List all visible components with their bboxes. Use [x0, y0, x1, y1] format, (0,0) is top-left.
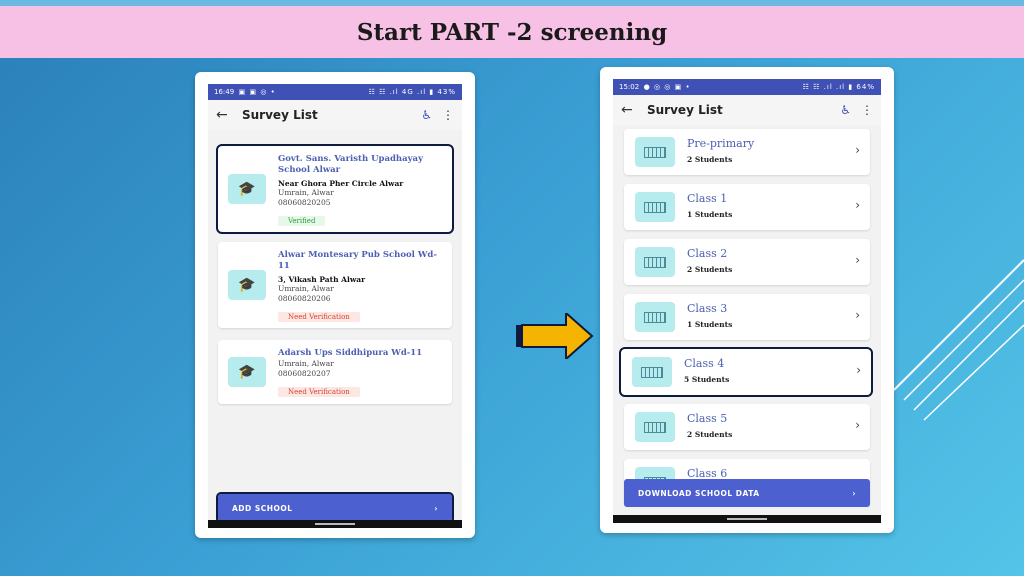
decorative-lines	[893, 259, 1024, 421]
add-school-button[interactable]: ADD SCHOOL ›	[216, 492, 454, 524]
class-name: Class 4	[684, 357, 725, 370]
school-cap-icon: 🎓	[228, 270, 266, 300]
classroom-icon	[635, 302, 675, 332]
student-count: 2 Students	[687, 265, 733, 274]
school-code: 08060820206	[278, 294, 331, 303]
student-count: 2 Students	[687, 155, 733, 164]
chevron-right-icon: ›	[856, 363, 861, 377]
system-nav-bar	[208, 520, 462, 528]
school-name: Govt. Sans. Varisth Upadhayay School Alw…	[278, 154, 424, 175]
school-code: 08060820207	[278, 369, 331, 378]
slide-title-bar: Start PART -2 screening	[0, 6, 1024, 58]
status-bar: 16:49 ▣ ▣ ◎ • ☷ ☷ .ıl 4G .ıl ▮ 43%	[208, 84, 462, 100]
status-time: 16:49	[214, 88, 235, 96]
class-item-3[interactable]: Class 3 1 Students ›	[624, 294, 870, 340]
classroom-icon	[635, 247, 675, 277]
yellow-arrow-icon	[516, 313, 594, 359]
classroom-icon	[635, 412, 675, 442]
classroom-icon	[635, 192, 675, 222]
class-item-5[interactable]: Class 5 2 Students ›	[624, 404, 870, 450]
chevron-right-icon: ›	[855, 143, 860, 157]
status-right: ☷ ☷ .ıl 4G .ıl ▮ 43%	[368, 88, 456, 96]
chevron-right-icon: ›	[855, 418, 860, 432]
app-bar: ← Survey List ♿ ⋮	[208, 100, 462, 130]
class-name: Class 3	[687, 302, 728, 315]
classroom-icon	[632, 357, 672, 387]
class-name: Pre-primary	[687, 137, 755, 150]
chevron-right-icon: ›	[855, 253, 860, 267]
add-school-label: ADD SCHOOL	[232, 503, 293, 513]
status-badge: Verified	[278, 216, 326, 226]
class-name: Class 2	[687, 247, 728, 260]
student-count: 1 Students	[687, 320, 733, 329]
school-location: Umrain, Alwar	[278, 188, 334, 197]
notification-icons: ▣ ▣ ◎ •	[238, 88, 276, 96]
notification-icons: ● ◎ ◎ ▣ •	[643, 83, 691, 91]
status-badge: Need Verification	[278, 387, 360, 397]
school-name: Adarsh Ups Siddhipura Wd-11	[278, 348, 423, 358]
more-options-icon[interactable]: ⋮	[861, 103, 873, 117]
app-bar: ← Survey List ♿ ⋮	[613, 95, 881, 125]
school-cap-icon: 🎓	[228, 174, 266, 204]
app-bar-title: Survey List	[647, 103, 723, 117]
left-screenshot-card: 16:49 ▣ ▣ ◎ • ☷ ☷ .ıl 4G .ıl ▮ 43% ← Sur…	[195, 72, 475, 538]
status-time: 15:02	[619, 83, 640, 91]
right-screenshot-card: 15:02 ● ◎ ◎ ▣ • ☷ ☷ .ıl .ıl ▮ 64% ← Surv…	[600, 67, 894, 533]
school-name: Alwar Montesary Pub School Wd-11	[278, 250, 437, 271]
status-badge: Need Verification	[278, 312, 360, 322]
school-cap-icon: 🎓	[228, 357, 266, 387]
status-bar: 15:02 ● ◎ ◎ ▣ • ☷ ☷ .ıl .ıl ▮ 64%	[613, 79, 881, 95]
school-location: Umrain, Alwar	[278, 284, 334, 293]
class-item-2[interactable]: Class 2 2 Students ›	[624, 239, 870, 285]
chevron-right-icon: ›	[855, 198, 860, 212]
right-phone-screen: 15:02 ● ◎ ◎ ▣ • ☷ ☷ .ıl .ıl ▮ 64% ← Surv…	[613, 79, 881, 523]
system-nav-bar	[613, 515, 881, 523]
school-card-3[interactable]: 🎓 Adarsh Ups Siddhipura Wd-11 Umrain, Al…	[218, 340, 452, 404]
download-school-data-button[interactable]: DOWNLOAD SCHOOL DATA ›	[624, 479, 870, 507]
download-label: DOWNLOAD SCHOOL DATA	[638, 488, 760, 498]
slide-title: Start PART -2 screening	[356, 18, 668, 46]
classroom-icon	[635, 137, 675, 167]
student-count: 1 Students	[687, 210, 733, 219]
status-right: ☷ ☷ .ıl .ıl ▮ 64%	[802, 83, 875, 91]
accessibility-icon[interactable]: ♿	[840, 103, 851, 117]
class-item-pre-primary[interactable]: Pre-primary 2 Students ›	[624, 129, 870, 175]
class-name: Class 5	[687, 412, 728, 425]
chevron-right-icon: ›	[852, 488, 856, 498]
student-count: 5 Students	[684, 375, 730, 384]
app-bar-title: Survey List	[242, 108, 318, 122]
back-arrow-icon[interactable]: ←	[621, 102, 647, 118]
chevron-right-icon: ›	[434, 503, 438, 513]
back-arrow-icon[interactable]: ←	[216, 107, 242, 123]
class-item-4[interactable]: Class 4 5 Students ›	[619, 347, 873, 397]
more-options-icon[interactable]: ⋮	[442, 108, 454, 122]
student-count: 2 Students	[687, 430, 733, 439]
chevron-right-icon: ›	[855, 308, 860, 322]
left-phone-screen: 16:49 ▣ ▣ ◎ • ☷ ☷ .ıl 4G .ıl ▮ 43% ← Sur…	[208, 84, 462, 528]
school-code: 08060820205	[278, 198, 331, 207]
school-card-1[interactable]: 🎓 Govt. Sans. Varisth Upadhayay School A…	[216, 144, 454, 234]
school-card-2[interactable]: 🎓 Alwar Montesary Pub School Wd-11 3, Vi…	[218, 242, 452, 328]
class-item-1[interactable]: Class 1 1 Students ›	[624, 184, 870, 230]
class-name: Class 1	[687, 192, 728, 205]
school-address: Near Ghora Pher Circle Alwar	[278, 179, 404, 188]
school-location: Umrain, Alwar	[278, 359, 334, 368]
accessibility-icon[interactable]: ♿	[421, 108, 432, 122]
school-address: 3, Vikash Path Alwar	[278, 275, 366, 284]
